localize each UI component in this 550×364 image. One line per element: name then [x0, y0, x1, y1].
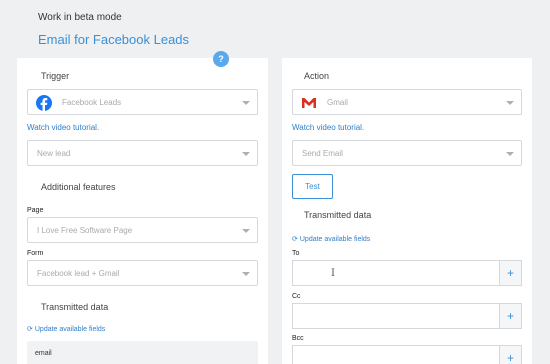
form-select-value: Facebook lead + Gmail [37, 269, 120, 278]
action-transmitted-heading: Transmitted data [304, 210, 372, 220]
cc-field[interactable]: + [292, 303, 522, 329]
action-update-fields-link[interactable]: ⟳ Update available fields [292, 235, 370, 243]
test-button[interactable]: Test [292, 174, 333, 199]
to-field-label: To [292, 250, 300, 257]
field-tag-label: email [35, 350, 52, 357]
action-update-fields-label: Update available fields [299, 236, 371, 243]
trigger-update-fields-label: Update available fields [34, 326, 106, 333]
chevron-down-icon [242, 272, 250, 276]
chevron-down-icon [242, 229, 250, 233]
additional-features-heading: Additional features [41, 182, 116, 192]
page-select-value: I Love Free Software Page [37, 226, 133, 235]
trigger-heading: Trigger [41, 71, 70, 81]
add-to-field-button[interactable]: + [499, 261, 521, 285]
refresh-icon: ⟳ [27, 326, 33, 333]
trigger-app-select[interactable]: Facebook Leads [27, 89, 258, 115]
trigger-event-select[interactable]: New lead [27, 140, 258, 166]
to-field[interactable]: I + [292, 260, 522, 286]
chevron-down-icon [242, 101, 250, 105]
action-video-tutorial-link[interactable]: Watch video tutorial. [292, 123, 364, 132]
field-tag-email[interactable]: email [27, 341, 258, 364]
chevron-down-icon [506, 101, 514, 105]
page-select[interactable]: I Love Free Software Page [27, 217, 258, 243]
form-field-label: Form [27, 250, 44, 257]
trigger-video-tutorial-link[interactable]: Watch video tutorial. [27, 123, 99, 132]
facebook-icon [36, 95, 52, 111]
chevron-down-icon [242, 152, 250, 156]
action-app-label: Gmail [327, 98, 348, 107]
gmail-icon [302, 98, 316, 108]
action-panel: Action Gmail Watch video tutorial. Send … [282, 58, 532, 364]
action-app-select[interactable]: Gmail [292, 89, 522, 115]
trigger-event-label: New lead [37, 149, 71, 158]
action-event-select[interactable]: Send Email [292, 140, 522, 166]
text-cursor-icon: I [331, 268, 335, 279]
page-field-label: Page [27, 207, 44, 214]
trigger-panel: Trigger Facebook Leads Watch video tutor… [17, 58, 268, 364]
refresh-icon: ⟳ [292, 236, 298, 243]
add-cc-field-button[interactable]: + [499, 304, 521, 328]
bcc-field[interactable]: + [292, 345, 522, 364]
beta-mode-label: Work in beta mode [38, 12, 122, 23]
chevron-down-icon [506, 152, 514, 156]
action-event-label: Send Email [302, 149, 343, 158]
add-bcc-field-button[interactable]: + [499, 346, 521, 364]
trigger-app-label: Facebook Leads [62, 98, 122, 107]
form-select[interactable]: Facebook lead + Gmail [27, 260, 258, 286]
help-icon[interactable]: ? [213, 51, 229, 67]
integration-title[interactable]: Email for Facebook Leads [38, 32, 189, 47]
bcc-field-label: Bcc [292, 335, 304, 342]
trigger-transmitted-heading: Transmitted data [41, 302, 109, 312]
trigger-update-fields-link[interactable]: ⟳ Update available fields [27, 325, 105, 333]
action-heading: Action [304, 71, 330, 81]
cc-field-label: Cc [292, 293, 301, 300]
